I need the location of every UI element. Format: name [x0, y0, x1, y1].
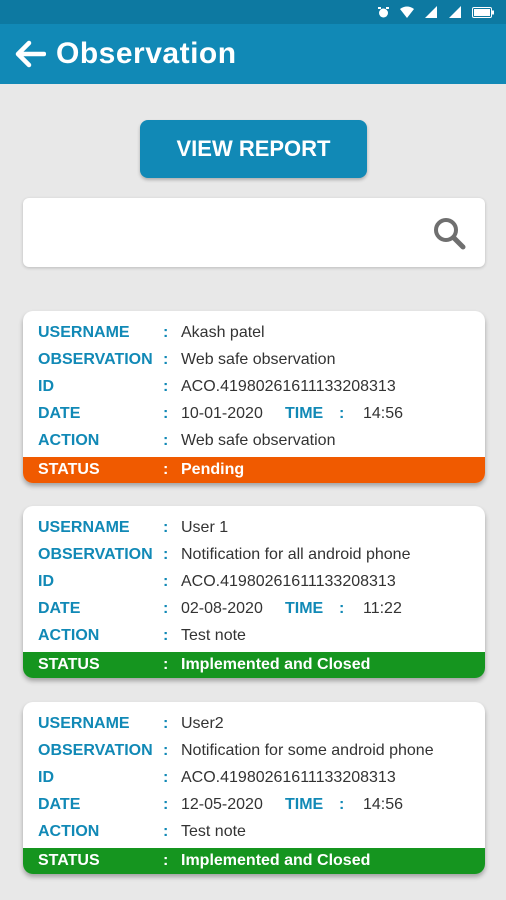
battery-icon	[472, 6, 494, 18]
date-label: DATE	[38, 795, 81, 813]
time-label: TIME	[285, 599, 324, 617]
action-label: ACTION	[38, 431, 100, 449]
colon: :	[163, 431, 169, 449]
username-row: USERNAME : User 1	[23, 514, 485, 541]
id-row: ID : ACO.41980261611133208313	[23, 373, 485, 400]
action-label: ACTION	[38, 822, 100, 840]
status-label: STATUS	[38, 656, 100, 673]
username-row: USERNAME : Akash patel	[23, 319, 485, 346]
id-label: ID	[38, 768, 54, 786]
status-bar	[0, 0, 506, 24]
colon: :	[339, 599, 345, 617]
action-value: Web safe observation	[181, 431, 336, 449]
colon: :	[163, 741, 169, 759]
action-row: ACTION : Test note	[23, 622, 485, 649]
status-value: Pending	[181, 461, 245, 478]
colon: :	[163, 377, 169, 395]
username-label: USERNAME	[38, 714, 130, 732]
status-value: Implemented and Closed	[181, 852, 371, 869]
colon: :	[163, 323, 169, 341]
date-row: DATE : 10-01-2020 TIME : 14:56	[23, 400, 485, 427]
status-value: Implemented and Closed	[181, 656, 371, 673]
colon: :	[163, 768, 169, 786]
id-label: ID	[38, 572, 54, 590]
action-row: ACTION : Test note	[23, 818, 485, 845]
status-label: STATUS	[38, 852, 100, 869]
status-label: STATUS	[38, 461, 100, 478]
status-row: STATUS : Implemented and Closed	[23, 848, 485, 874]
colon: :	[163, 350, 169, 368]
arrow-left-icon	[15, 40, 46, 68]
date-value: 10-01-2020	[181, 404, 263, 422]
signal-2-icon	[448, 6, 462, 18]
date-label: DATE	[38, 404, 81, 422]
id-value: ACO.41980261611133208313	[181, 377, 396, 395]
time-label: TIME	[285, 795, 324, 813]
colon: :	[163, 822, 169, 840]
action-value: Test note	[181, 822, 246, 840]
date-row: DATE : 12-05-2020 TIME : 14:56	[23, 791, 485, 818]
username-value: Akash patel	[181, 323, 265, 341]
action-row: ACTION : Web safe observation	[23, 427, 485, 454]
colon: :	[163, 656, 169, 673]
id-value: ACO.41980261611133208313	[181, 572, 396, 590]
time-value: 14:56	[363, 795, 404, 813]
search-box	[23, 198, 485, 267]
search-icon[interactable]	[429, 213, 469, 253]
colon: :	[163, 461, 169, 478]
colon: :	[163, 545, 169, 563]
date-value: 02-08-2020	[181, 599, 263, 617]
signal-icon	[424, 6, 438, 18]
wifi-icon	[400, 6, 414, 18]
colon: :	[339, 795, 345, 813]
observation-label: OBSERVATION	[38, 545, 153, 563]
observation-value: Web safe observation	[181, 350, 336, 368]
alarm-icon	[376, 6, 390, 18]
date-label: DATE	[38, 599, 81, 617]
observation-row: OBSERVATION : Web safe observation	[23, 346, 485, 373]
colon: :	[163, 852, 169, 869]
app-bar: Observation	[0, 24, 506, 84]
colon: :	[339, 404, 345, 422]
username-label: USERNAME	[38, 323, 130, 341]
id-value: ACO.41980261611133208313	[181, 768, 396, 786]
observation-value: Notification for all android phone	[181, 545, 411, 563]
observation-row: OBSERVATION : Notification for all andro…	[23, 541, 485, 568]
colon: :	[163, 404, 169, 422]
search-input[interactable]	[23, 198, 429, 267]
id-row: ID : ACO.41980261611133208313	[23, 568, 485, 595]
username-label: USERNAME	[38, 518, 130, 536]
observation-card[interactable]: USERNAME : Akash patel OBSERVATION : Web…	[23, 311, 485, 483]
time-value: 11:22	[363, 599, 402, 617]
colon: :	[163, 599, 169, 617]
observation-row: OBSERVATION : Notification for some andr…	[23, 737, 485, 764]
date-row: DATE : 02-08-2020 TIME : 11:22	[23, 595, 485, 622]
id-row: ID : ACO.41980261611133208313	[23, 764, 485, 791]
date-value: 12-05-2020	[181, 795, 263, 813]
colon: :	[163, 518, 169, 536]
observation-card[interactable]: USERNAME : User 1 OBSERVATION : Notifica…	[23, 506, 485, 678]
colon: :	[163, 714, 169, 732]
observation-label: OBSERVATION	[38, 350, 153, 368]
observation-label: OBSERVATION	[38, 741, 153, 759]
view-report-button[interactable]: VIEW REPORT	[140, 120, 367, 178]
colon: :	[163, 795, 169, 813]
username-value: User2	[181, 714, 224, 732]
status-row: STATUS : Implemented and Closed	[23, 652, 485, 678]
id-label: ID	[38, 377, 54, 395]
time-label: TIME	[285, 404, 324, 422]
page-title: Observation	[56, 37, 237, 70]
username-row: USERNAME : User2	[23, 710, 485, 737]
observation-value: Notification for some android phone	[181, 741, 434, 759]
time-value: 14:56	[363, 404, 404, 422]
colon: :	[163, 572, 169, 590]
username-value: User 1	[181, 518, 229, 536]
observation-card[interactable]: USERNAME : User2 OBSERVATION : Notificat…	[23, 702, 485, 874]
back-button[interactable]	[14, 38, 46, 70]
action-value: Test note	[181, 626, 246, 644]
status-row: STATUS : Pending	[23, 457, 485, 483]
colon: :	[163, 626, 169, 644]
action-label: ACTION	[38, 626, 100, 644]
